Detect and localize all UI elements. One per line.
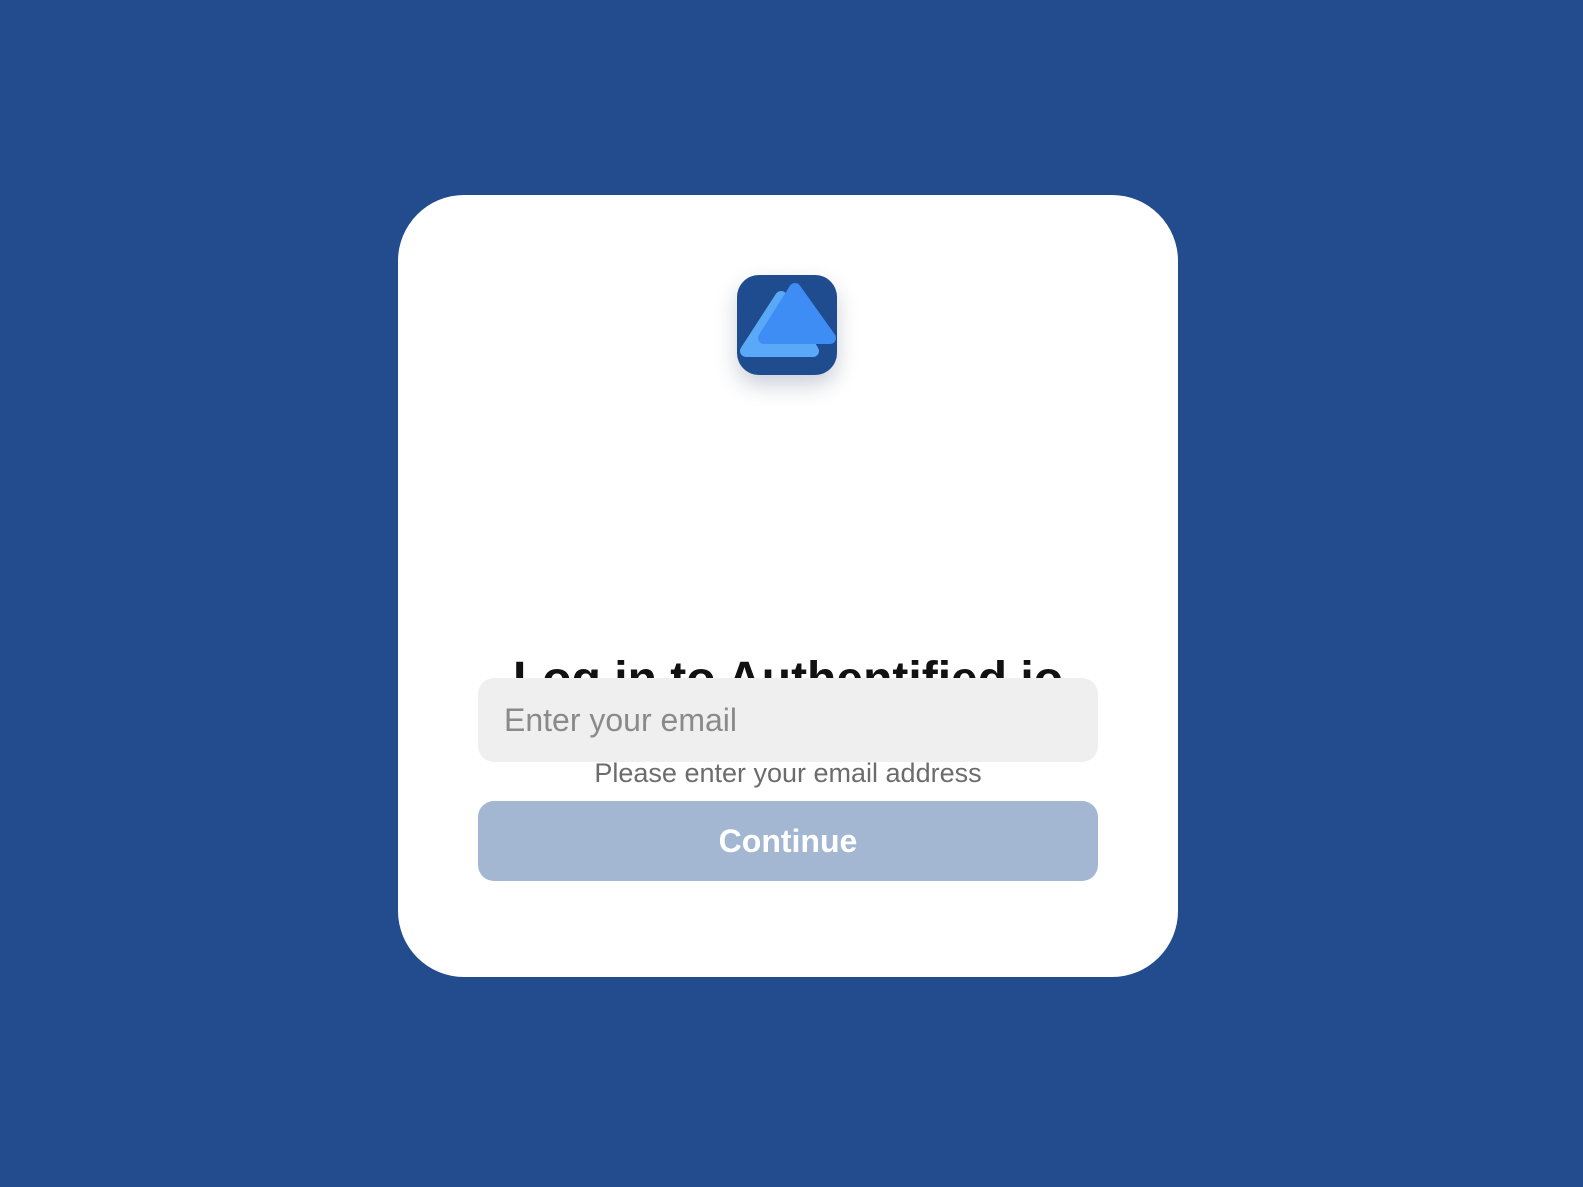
continue-button[interactable]: Continue — [478, 801, 1098, 881]
login-card: Log in to Authentified.io Please enter y… — [398, 195, 1178, 977]
app-logo-icon — [737, 275, 837, 375]
email-input[interactable] — [478, 678, 1098, 762]
